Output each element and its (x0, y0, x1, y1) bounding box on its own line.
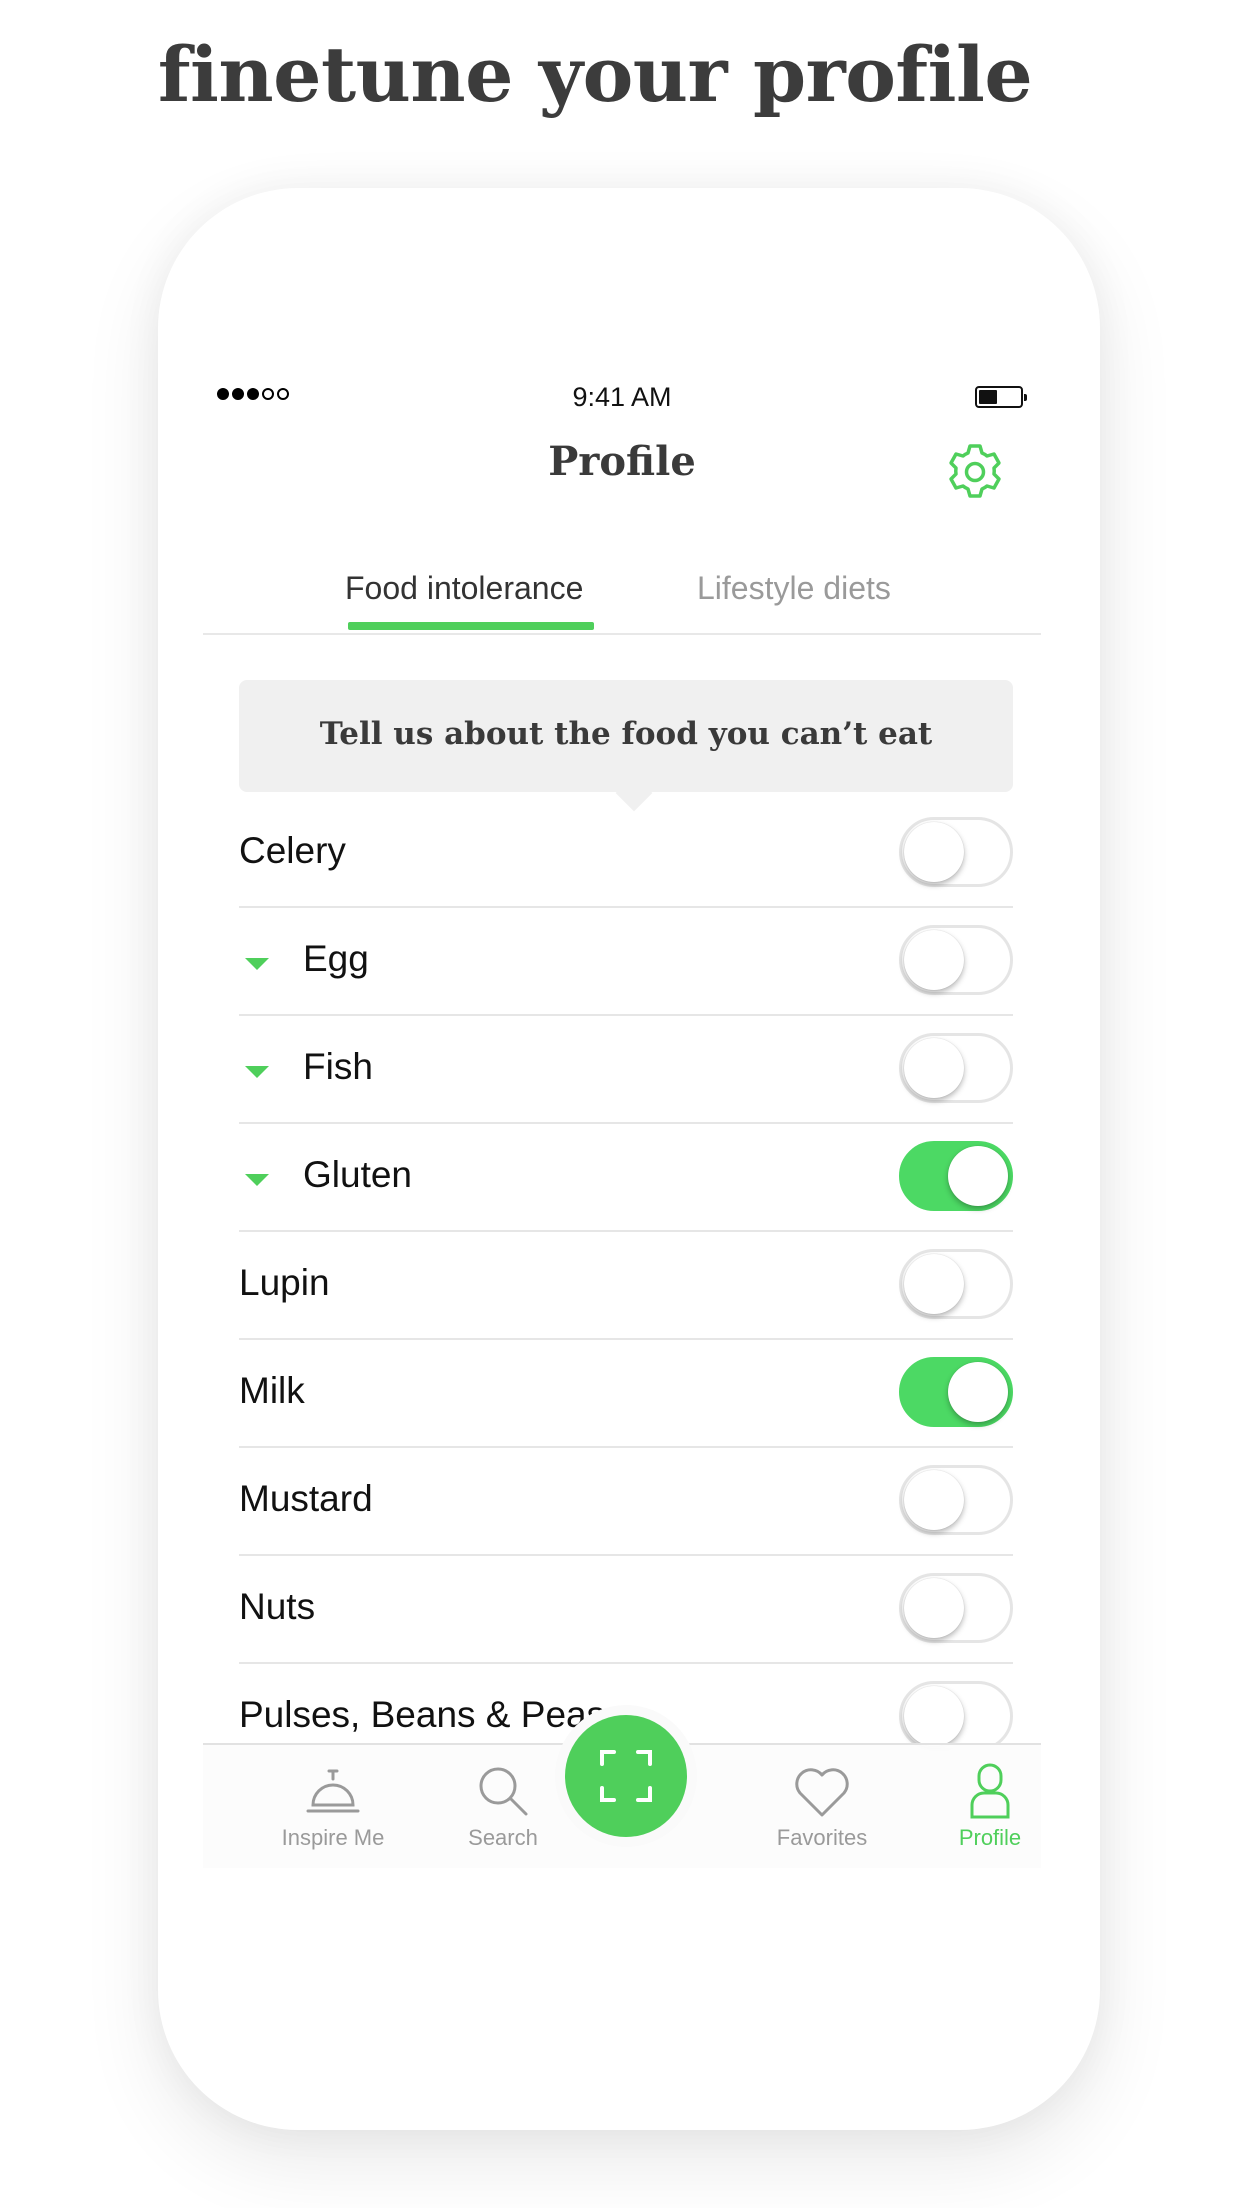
list-item: Lupin (239, 1232, 1013, 1340)
segment-tabs: Food intolerance Lifestyle diets (203, 548, 1041, 635)
status-bar: 9:41 AM (203, 378, 1041, 418)
heart-icon (795, 1768, 849, 1817)
list-item-label: Fish (303, 1046, 373, 1087)
list-item-label: Nuts (239, 1586, 316, 1627)
list-item-label: Egg (303, 938, 369, 979)
tabbar-inspire-me[interactable]: Inspire Me (248, 1759, 418, 1851)
battery-icon (975, 386, 1027, 408)
active-tab-indicator (348, 622, 594, 630)
list-item-label: Pulses, Beans & Peas (239, 1694, 606, 1735)
list-item: Egg (239, 908, 1013, 1016)
toggle-switch[interactable] (899, 1465, 1013, 1535)
list-item-label: Lupin (239, 1262, 330, 1303)
toggle-switch[interactable] (899, 1573, 1013, 1643)
list-item: Gluten (239, 1124, 1013, 1232)
expand-caret-icon[interactable] (245, 1174, 269, 1186)
list-item: Celery (239, 800, 1013, 908)
gear-icon[interactable] (943, 440, 1007, 504)
toggle-switch[interactable] (899, 1681, 1013, 1751)
list-item: Fish (239, 1016, 1013, 1124)
tab-lifestyle-diets[interactable]: Lifestyle diets (697, 570, 891, 607)
service-bell-icon (306, 1769, 360, 1813)
toggle-switch[interactable] (899, 817, 1013, 887)
profile-icon (970, 1763, 1010, 1819)
banner-text: Tell us about the food you can’t eat (319, 716, 933, 752)
headline: finetune your profile (157, 30, 1033, 119)
list-item-label: Milk (239, 1370, 305, 1411)
list-item-label: Celery (239, 830, 346, 871)
app-screen: 9:41 AM Profile Food intolerance Lifesty… (203, 358, 1041, 1868)
toggle-switch[interactable] (899, 1249, 1013, 1319)
intolerance-list: Celery Egg Fish Gluten Lupin Milk Mustard Nuts P… (239, 800, 1013, 1772)
search-icon (479, 1767, 528, 1816)
tabbar-search[interactable]: Search (418, 1759, 588, 1851)
scan-button[interactable] (565, 1715, 687, 1837)
list-item: Nuts (239, 1556, 1013, 1664)
toggle-switch[interactable] (899, 925, 1013, 995)
toggle-switch[interactable] (899, 1357, 1013, 1427)
scan-icon (600, 1750, 652, 1802)
info-banner: Tell us about the food you can’t eat (239, 680, 1013, 812)
list-item: Mustard (239, 1448, 1013, 1556)
tabbar-profile[interactable]: Profile (905, 1759, 1041, 1851)
list-item: Milk (239, 1340, 1013, 1448)
expand-caret-icon[interactable] (245, 1066, 269, 1078)
expand-caret-icon[interactable] (245, 958, 269, 970)
tab-food-intolerance[interactable]: Food intolerance (345, 570, 583, 607)
bottom-tab-bar: Inspire Me Search Favorites Profile (203, 1715, 1041, 1868)
tabbar-favorites[interactable]: Favorites (737, 1759, 907, 1851)
list-item-label: Gluten (303, 1154, 413, 1195)
toggle-switch[interactable] (899, 1033, 1013, 1103)
toggle-switch[interactable] (899, 1141, 1013, 1211)
status-time: 9:41 AM (572, 382, 672, 412)
list-item-label: Mustard (239, 1478, 373, 1519)
page-title: Profile (548, 438, 696, 485)
